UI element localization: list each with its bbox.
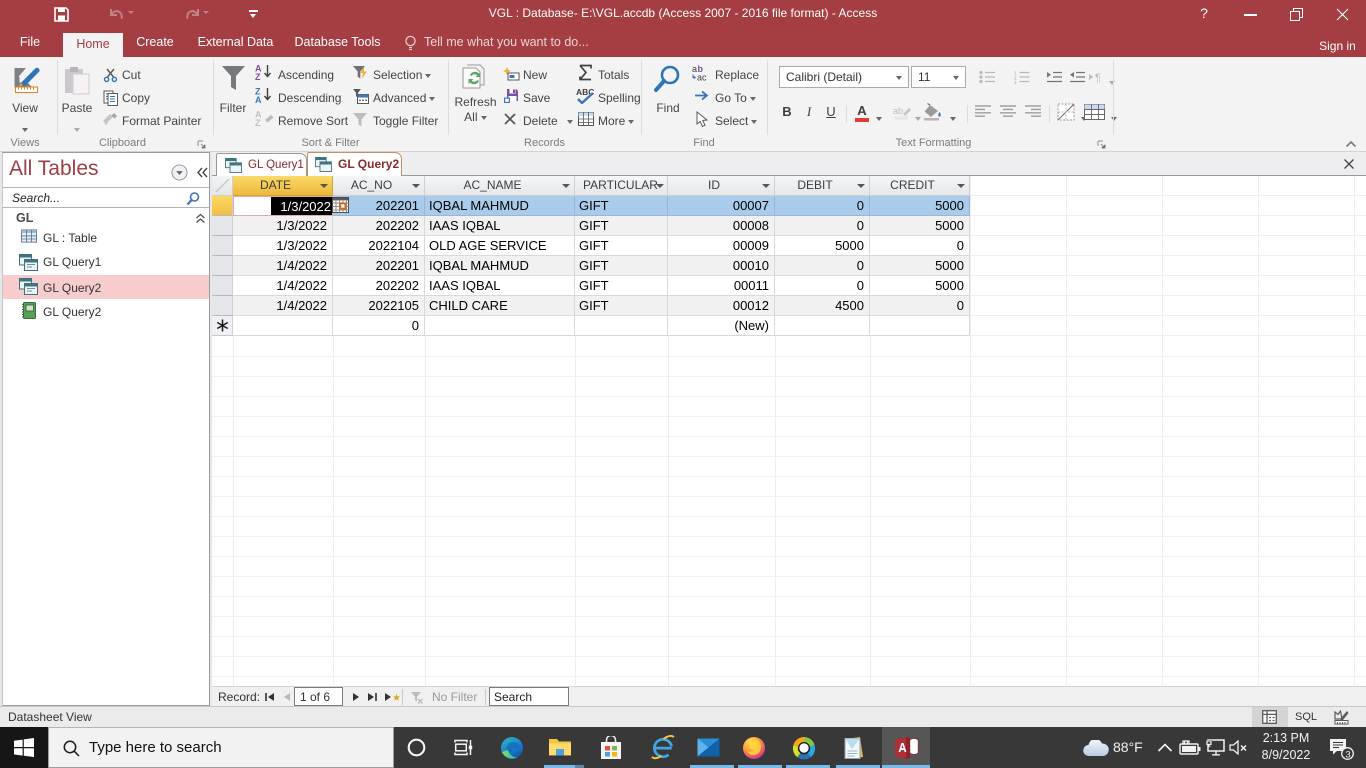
svg-text:A: A <box>255 95 262 103</box>
svg-text:3: 3 <box>1345 749 1350 760</box>
svg-text:ac: ac <box>697 73 707 82</box>
svg-text:ab: ab <box>893 106 903 116</box>
svg-text:3: 3 <box>1014 80 1017 84</box>
svg-text:Z: Z <box>255 118 261 126</box>
svg-text:Z: Z <box>255 72 261 80</box>
svg-text:¶: ¶ <box>1095 72 1101 84</box>
